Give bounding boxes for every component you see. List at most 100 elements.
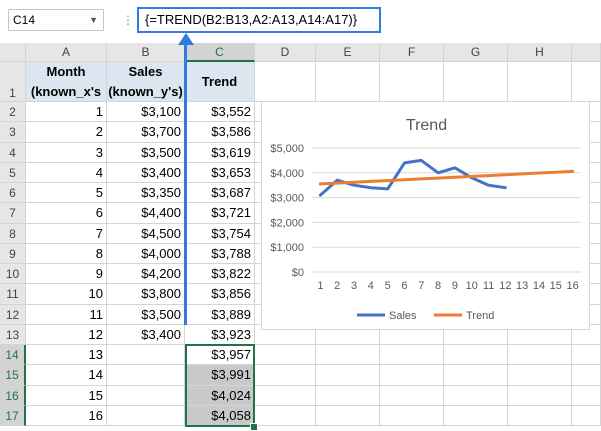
column-header-e[interactable]: E [316, 43, 380, 62]
cell-trend[interactable]: $4,024 [185, 385, 255, 406]
cell-sales[interactable]: $3,800 [107, 284, 185, 305]
cell-sales[interactable]: $4,000 [107, 243, 185, 264]
cell[interactable] [572, 405, 601, 426]
cell[interactable] [508, 405, 572, 426]
cell-trend[interactable]: $3,889 [185, 304, 255, 325]
cell-month[interactable]: 2 [26, 122, 107, 143]
column-header-b[interactable]: B [107, 43, 185, 62]
cell-trend[interactable]: $3,586 [185, 122, 255, 143]
header-cell-b[interactable]: Sales (known_y's) [107, 62, 185, 102]
cell-month[interactable]: 3 [26, 142, 107, 163]
column-header-h[interactable]: H [508, 43, 572, 62]
cell-month[interactable]: 9 [26, 264, 107, 285]
cell[interactable] [508, 365, 572, 386]
row-header[interactable]: 8 [0, 223, 26, 244]
cell-trend[interactable]: $3,991 [185, 365, 255, 386]
cell-month[interactable]: 11 [26, 304, 107, 325]
cell[interactable] [316, 365, 380, 386]
cell[interactable] [316, 385, 380, 406]
column-header-d[interactable]: D [255, 43, 316, 62]
cell-month[interactable]: 1 [26, 102, 107, 123]
formula-input[interactable]: {=TREND(B2:B13,A2:A13,A14:A17)} [137, 7, 381, 33]
cell-sales[interactable]: $3,100 [107, 102, 185, 123]
cell[interactable] [444, 385, 508, 406]
cell[interactable] [316, 62, 380, 102]
row-header[interactable]: 1 [0, 62, 26, 102]
select-all-corner[interactable] [0, 43, 26, 62]
row-header[interactable]: 11 [0, 284, 26, 305]
cell[interactable] [255, 345, 316, 366]
fill-handle[interactable] [250, 423, 258, 431]
cell[interactable] [444, 405, 508, 426]
column-header-a[interactable]: A [26, 43, 107, 62]
row-header[interactable]: 7 [0, 203, 26, 224]
cell-month[interactable]: 7 [26, 223, 107, 244]
chevron-down-icon[interactable]: ▼ [89, 10, 98, 30]
cell-sales[interactable]: $3,700 [107, 122, 185, 143]
row-header[interactable]: 16 [0, 385, 26, 406]
cell-trend[interactable]: $3,957 [185, 345, 255, 366]
row-header[interactable]: 12 [0, 304, 26, 325]
cell[interactable] [255, 62, 316, 102]
cell-trend[interactable]: $3,653 [185, 162, 255, 183]
cell[interactable] [380, 365, 444, 386]
cell[interactable] [316, 405, 380, 426]
row-header[interactable]: 3 [0, 122, 26, 143]
cell[interactable] [508, 345, 572, 366]
cell-trend[interactable]: $3,788 [185, 243, 255, 264]
cell-trend[interactable]: $3,856 [185, 284, 255, 305]
cell-month[interactable]: 13 [26, 345, 107, 366]
cell-trend[interactable]: $3,923 [185, 324, 255, 345]
cell[interactable] [316, 345, 380, 366]
cell-month[interactable]: 6 [26, 203, 107, 224]
cell-sales[interactable] [107, 405, 185, 426]
row-header[interactable]: 15 [0, 365, 26, 386]
row-header[interactable]: 13 [0, 324, 26, 345]
name-box[interactable]: C14 ▼ [8, 9, 104, 31]
row-header[interactable]: 10 [0, 264, 26, 285]
cell-trend[interactable]: $3,687 [185, 183, 255, 204]
cell-month[interactable]: 8 [26, 243, 107, 264]
header-cell-a[interactable]: Month (known_x's [26, 62, 107, 102]
cell[interactable] [508, 385, 572, 406]
cell-sales[interactable]: $4,500 [107, 223, 185, 244]
cell-month[interactable]: 12 [26, 324, 107, 345]
cell-month[interactable]: 4 [26, 162, 107, 183]
cell-month[interactable]: 15 [26, 385, 107, 406]
header-cell-c[interactable]: Trend [185, 62, 255, 102]
cell[interactable] [255, 405, 316, 426]
cell[interactable] [380, 385, 444, 406]
cell-trend[interactable]: $3,619 [185, 142, 255, 163]
cell[interactable] [508, 62, 572, 102]
cell-sales[interactable]: $4,400 [107, 203, 185, 224]
cell-sales[interactable]: $4,200 [107, 264, 185, 285]
cell[interactable] [572, 365, 601, 386]
cell-sales[interactable]: $3,350 [107, 183, 185, 204]
row-header[interactable]: 14 [0, 345, 26, 366]
cell-trend[interactable]: $4,058 [185, 405, 255, 426]
cell-sales[interactable] [107, 345, 185, 366]
row-header[interactable]: 9 [0, 243, 26, 264]
column-header-[interactable] [572, 43, 601, 62]
cell-month[interactable]: 16 [26, 405, 107, 426]
row-header[interactable]: 6 [0, 183, 26, 204]
cell-trend[interactable]: $3,822 [185, 264, 255, 285]
cell[interactable] [572, 345, 601, 366]
cell-sales[interactable] [107, 385, 185, 406]
cell[interactable] [572, 385, 601, 406]
column-header-f[interactable]: F [380, 43, 444, 62]
cell-month[interactable]: 10 [26, 284, 107, 305]
cell-trend[interactable]: $3,721 [185, 203, 255, 224]
row-header[interactable]: 2 [0, 102, 26, 123]
cell-trend[interactable]: $3,754 [185, 223, 255, 244]
row-header[interactable]: 5 [0, 162, 26, 183]
cell[interactable] [380, 405, 444, 426]
column-header-c[interactable]: C [185, 43, 255, 62]
trend-chart[interactable]: Trend $0 $1,000 $2,000 $3,000 $4,000 $5,000 1 2 3… [261, 101, 590, 330]
cell-sales[interactable]: $3,500 [107, 304, 185, 325]
cell-sales[interactable]: $3,500 [107, 142, 185, 163]
cell-sales[interactable]: $3,400 [107, 162, 185, 183]
cell[interactable] [444, 62, 508, 102]
column-header-g[interactable]: G [444, 43, 508, 62]
cell[interactable] [255, 365, 316, 386]
